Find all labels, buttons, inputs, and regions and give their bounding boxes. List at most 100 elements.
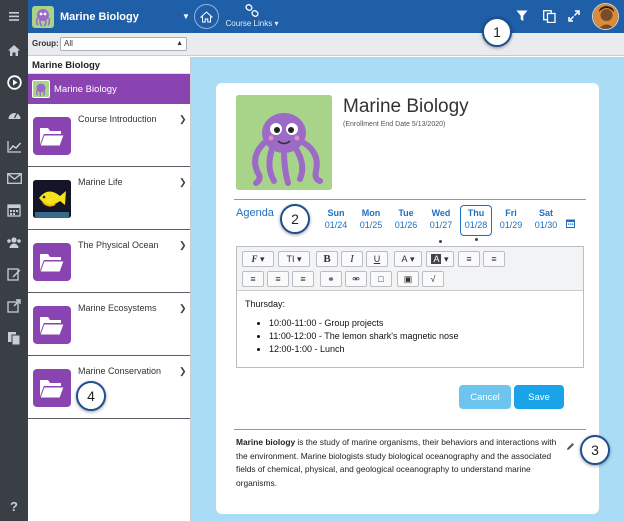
sidebar-item-marine-conservation[interactable]: Marine Conservation ❯	[28, 356, 190, 419]
save-button[interactable]: Save	[514, 385, 564, 409]
cancel-button[interactable]: Cancel	[459, 385, 511, 409]
agenda-day-thu[interactable]: Thu 01/28	[460, 205, 492, 241]
documents-icon[interactable]	[0, 324, 28, 352]
analytics-icon[interactable]	[0, 132, 28, 160]
chevron-down-icon: ▼	[182, 12, 190, 21]
day-name: Mon	[361, 208, 381, 218]
unlink-icon[interactable]: ⚮	[345, 271, 367, 287]
bookmark-icon[interactable]: □	[370, 271, 392, 287]
select-caret-icon: ▲︎	[176, 40, 183, 47]
sidebar-item-label: Marine Life	[78, 177, 123, 187]
agenda-day-tue[interactable]: Tue 01/26	[390, 208, 422, 238]
day-date: 01/26	[394, 220, 418, 230]
font-size-icon[interactable]: TI ▾	[278, 251, 310, 267]
day-name: Sat	[538, 208, 553, 218]
day-date: 01/24	[324, 220, 348, 230]
sidebar-item-course-home[interactable]: Marine Biology	[28, 74, 190, 104]
editor-toolbar: F ▾ TI ▾ B I U A ▾ A ▾ ≡ ≡ ≡ ≡ ≡ ⚭ ⚮ □ ▣…	[237, 247, 583, 291]
home-icon[interactable]	[0, 36, 28, 64]
course-description: Marine biology is the study of marine or…	[236, 436, 562, 490]
callout-3: 3	[580, 435, 610, 465]
folder-icon	[33, 243, 71, 281]
course-links-button[interactable]: Course Links ▾	[222, 2, 282, 31]
agenda-day-wed[interactable]: Wed 01/27	[425, 208, 457, 243]
expand-icon[interactable]	[566, 8, 582, 24]
sidebar-header: Marine Biology	[28, 57, 190, 74]
group-selected-value: All	[64, 39, 73, 48]
users-icon[interactable]	[0, 228, 28, 256]
copy-icon[interactable]	[541, 8, 557, 24]
filter-icon[interactable]	[514, 8, 530, 24]
user-avatar[interactable]	[592, 3, 619, 30]
octopus-avatar	[32, 5, 54, 28]
agenda-day-mon[interactable]: Mon 01/25	[355, 208, 387, 238]
list-item: 12:00-1:00 - Lunch	[269, 344, 575, 354]
sidebar-item-label: Marine Conservation	[78, 366, 162, 376]
octopus-thumbnail	[32, 80, 50, 98]
help-icon[interactable]: ?	[0, 492, 28, 520]
top-bar: Marine Biology ▼ Course Links ▾	[28, 0, 624, 33]
dashboard-icon[interactable]	[0, 100, 28, 128]
has-events-dot	[475, 238, 478, 241]
chevron-right-icon: ❯	[179, 303, 187, 313]
numbered-list-icon[interactable]: ≡	[483, 251, 505, 267]
course-home-button[interactable]	[194, 4, 219, 29]
underline-icon[interactable]: U	[366, 251, 388, 267]
list-item: 10:00-11:00 - Group projects	[269, 318, 575, 328]
callout-4: 4	[76, 381, 106, 411]
course-switcher[interactable]: Marine Biology ▼	[30, 2, 190, 31]
agenda-day-sat[interactable]: Sat 01/30	[530, 208, 562, 238]
edit-icon[interactable]	[0, 260, 28, 288]
sidebar-item-course-introduction[interactable]: Course Introduction ❯	[28, 104, 190, 167]
calendar-icon[interactable]	[566, 219, 575, 228]
folder-icon	[33, 306, 71, 344]
day-date: 01/30	[534, 220, 558, 230]
course-links-label: Course Links	[225, 19, 273, 28]
agenda-day-sun[interactable]: Sun 01/24	[320, 208, 352, 238]
link-icon	[245, 4, 259, 17]
image-icon[interactable]: ▣	[397, 271, 419, 287]
day-name: Fri	[505, 208, 517, 218]
sidebar-item-label: Marine Ecosystems	[78, 303, 157, 313]
chevron-right-icon: ❯	[179, 366, 187, 376]
sidebar-item-marine-ecosystems[interactable]: Marine Ecosystems ❯	[28, 293, 190, 356]
folder-icon	[33, 117, 71, 155]
group-select[interactable]: All ▲︎	[60, 37, 187, 51]
sidebar-item-marine-life[interactable]: Marine Life ❯	[28, 167, 190, 230]
page-title: Marine Biology	[343, 96, 469, 117]
agenda-list: 10:00-11:00 - Group projects 11:00-12:00…	[245, 318, 575, 354]
sidebar-item-label: Course Introduction	[78, 114, 157, 124]
list-item: 11:00-12:00 - The lemon shark's magnetic…	[269, 331, 575, 341]
editor-content[interactable]: Thursday: 10:00-11:00 - Group projects 1…	[237, 291, 583, 365]
align-right-icon[interactable]: ≡	[292, 271, 314, 287]
sidebar-item-label: Marine Biology	[54, 83, 117, 95]
chevron-right-icon: ❯	[179, 114, 187, 124]
day-name: Tue	[398, 208, 414, 218]
font-family-icon[interactable]: F ▾	[242, 251, 274, 267]
align-left-icon[interactable]: ≡	[242, 271, 264, 287]
play-icon[interactable]	[0, 68, 28, 96]
link-icon[interactable]: ⚭	[320, 271, 342, 287]
equation-icon[interactable]: √	[422, 271, 444, 287]
agenda-editor[interactable]: F ▾ TI ▾ B I U A ▾ A ▾ ≡ ≡ ≡ ≡ ≡ ⚭ ⚮ □ ▣…	[236, 246, 584, 368]
divider	[234, 429, 586, 430]
agenda-heading: Thursday:	[245, 299, 286, 309]
pencil-icon[interactable]	[566, 442, 575, 454]
icon-rail: ?	[0, 0, 28, 521]
agenda-day-fri[interactable]: Fri 01/29	[495, 208, 527, 238]
group-filter-bar: Group: All ▲︎	[28, 33, 624, 56]
bold-icon[interactable]: B	[316, 251, 338, 267]
fish-thumbnail	[33, 180, 71, 218]
italic-icon[interactable]: I	[341, 251, 363, 267]
align-center-icon[interactable]: ≡	[267, 271, 289, 287]
mail-icon[interactable]	[0, 164, 28, 192]
course-outline-sidebar: Marine Biology Marine Biology Course Int…	[28, 57, 191, 521]
external-link-icon[interactable]	[0, 292, 28, 320]
text-color-icon[interactable]: A ▾	[394, 251, 422, 267]
calendar-icon[interactable]	[0, 196, 28, 224]
bullet-list-icon[interactable]: ≡	[458, 251, 480, 267]
menu-icon[interactable]	[0, 2, 28, 30]
highlight-color-icon[interactable]: A ▾	[426, 251, 454, 267]
course-title: Marine Biology	[60, 10, 139, 23]
sidebar-item-the-physical-ocean[interactable]: The Physical Ocean ❯	[28, 230, 190, 293]
